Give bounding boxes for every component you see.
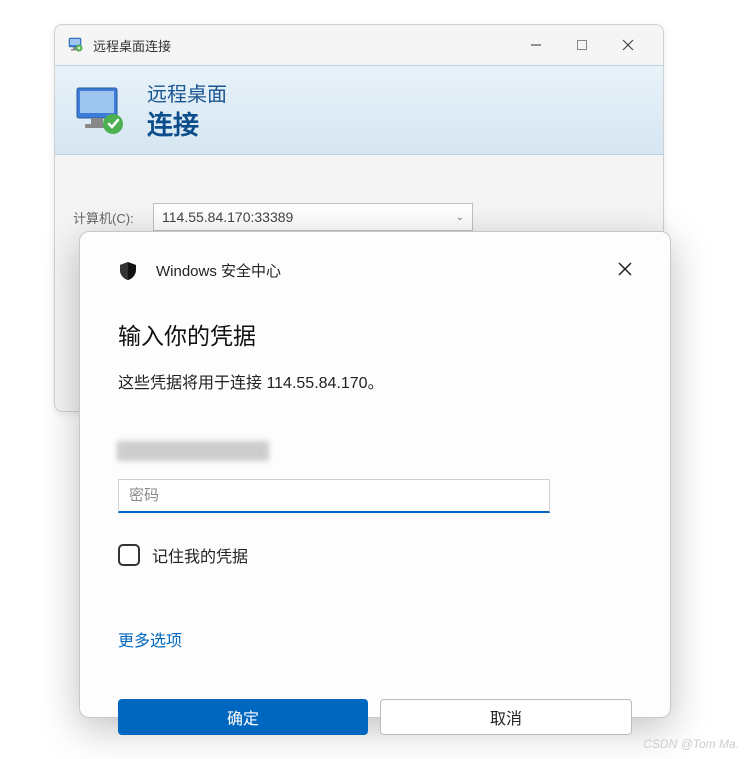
security-dialog: Windows 安全中心 输入你的凭据 这些凭据将用于连接 114.55.84.… [79,231,671,718]
chevron-down-icon: ⌄ [456,212,464,223]
password-input[interactable] [118,479,550,513]
close-icon[interactable] [612,256,638,282]
banner-text: 远程桌面 连接 [147,78,227,142]
credentials-subtitle: 这些凭据将用于连接 114.55.84.170。 [118,369,632,393]
remember-label: 记住我的凭据 [152,543,248,567]
computer-combobox[interactable]: 114.55.84.170:33389 ⌄ [153,203,473,231]
window-title: 远程桌面连接 [93,36,513,55]
ok-button[interactable]: 确定 [118,699,368,735]
banner-line1: 远程桌面 [147,78,227,107]
close-button[interactable] [605,29,651,61]
shield-icon [118,261,138,281]
computer-label: 计算机(C): [73,208,153,227]
minimize-button[interactable] [513,29,559,61]
button-row: 确定 取消 [118,699,632,735]
remember-checkbox[interactable] [118,544,140,566]
banner: 远程桌面 连接 [55,65,663,155]
watermark: CSDN @Tom Ma. [643,737,739,751]
computer-row: 计算机(C): 114.55.84.170:33389 ⌄ [55,203,663,231]
banner-line2: 连接 [147,105,227,142]
security-header-text: Windows 安全中心 [156,260,281,281]
cancel-button[interactable]: 取消 [380,699,632,735]
titlebar: 远程桌面连接 [55,25,663,65]
security-header: Windows 安全中心 [118,260,632,281]
window-controls [513,29,651,61]
rdp-app-icon [67,36,85,54]
more-options-link[interactable]: 更多选项 [118,627,182,651]
remember-row: 记住我的凭据 [118,543,632,567]
rdp-banner-icon [73,82,129,138]
credentials-title: 输入你的凭据 [118,317,632,351]
computer-value: 114.55.84.170:33389 [162,209,293,225]
username-blurred [118,441,268,461]
maximize-button[interactable] [559,29,605,61]
